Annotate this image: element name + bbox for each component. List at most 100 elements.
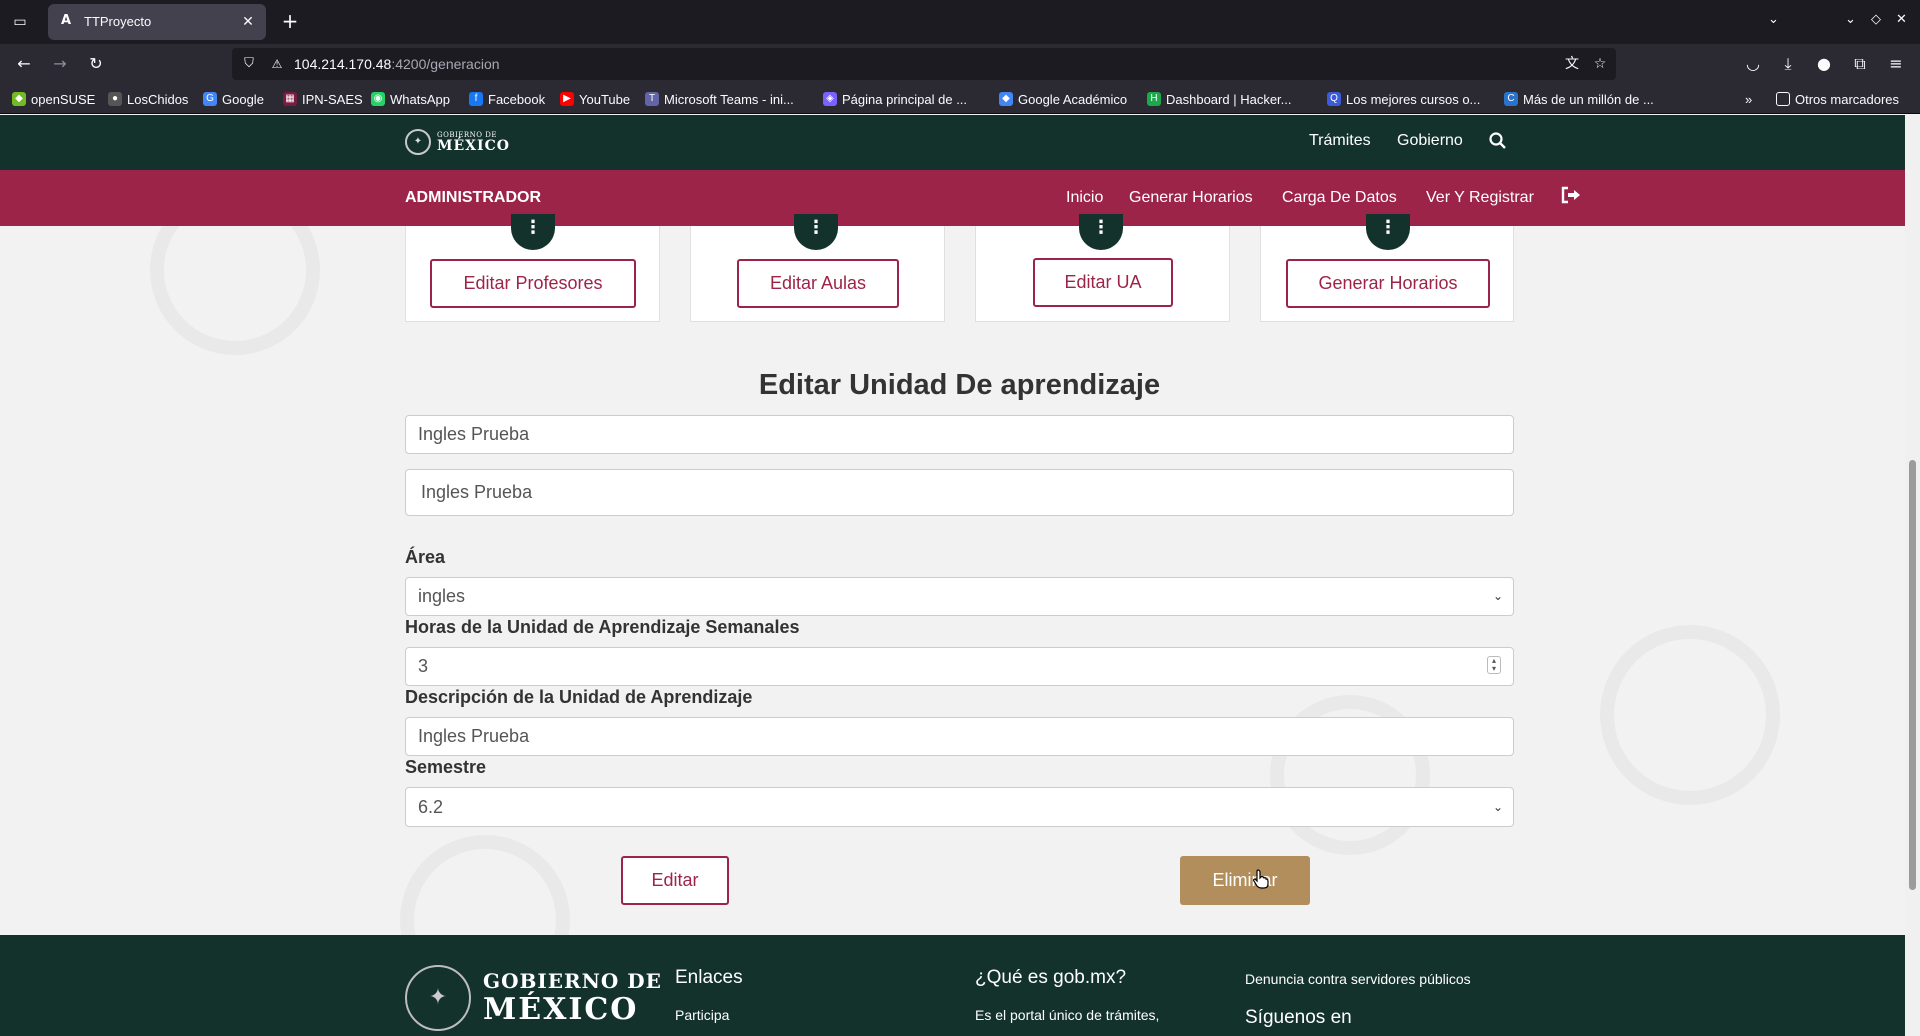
account-icon[interactable]: ●: [1812, 52, 1836, 76]
bookmark-item[interactable]: ◆ openSUSE: [12, 90, 95, 108]
bookmark-item[interactable]: ▦ IPN-SAES: [283, 90, 363, 108]
generar-horarios-button[interactable]: Generar Horarios: [1286, 259, 1490, 308]
ua-name-input[interactable]: Ingles Prueba: [405, 415, 1514, 454]
eagle-seal-icon: ✦: [405, 965, 471, 1031]
hackerrank-icon: H: [1147, 92, 1161, 106]
scholar-icon: ◆: [999, 92, 1013, 106]
url-path: :4200/generacion: [391, 56, 500, 72]
footer: ✦ GOBIERNO DE MÉXICO Enlaces Participa ¿…: [0, 935, 1905, 1036]
other-bookmarks-label: Otros marcadores: [1795, 91, 1900, 107]
bookmark-item[interactable]: f Facebook: [469, 90, 545, 108]
saes-icon: ▦: [283, 92, 297, 106]
bookmark-item[interactable]: ▶ YouTube: [560, 90, 630, 108]
tab-close-icon[interactable]: ✕: [238, 12, 258, 32]
translate-icon[interactable]: ⽂: [1562, 54, 1582, 74]
extensions-icon[interactable]: ⧉: [1848, 52, 1872, 76]
footer-participa-link[interactable]: Participa: [675, 1007, 729, 1023]
window-close-icon[interactable]: ✕: [1896, 12, 1907, 27]
bookmark-label: LosChidos: [127, 91, 189, 107]
bookmark-item[interactable]: ● LosChidos: [108, 90, 188, 108]
other-bookmarks-folder[interactable]: Otros marcadores: [1776, 90, 1899, 108]
connection-icon[interactable]: ⚠: [268, 55, 286, 73]
url-text[interactable]: 104.214.170.48:4200/generacion: [294, 56, 500, 72]
bookmarks-overflow-icon[interactable]: »: [1745, 90, 1752, 108]
gob-logo[interactable]: ✦ GOBIERNO DE MÉXICO: [405, 129, 510, 155]
tracking-shield-icon[interactable]: ⛉: [240, 55, 258, 73]
bookmark-item[interactable]: ◆ Google Académico: [999, 90, 1127, 108]
logout-icon[interactable]: [1561, 186, 1581, 209]
bookmark-item[interactable]: ◈ Página principal de ...: [823, 90, 967, 108]
bookmark-label: Google Académico: [1018, 91, 1128, 107]
bookmark-item[interactable]: Q Los mejores cursos o...: [1327, 90, 1480, 108]
url-bar[interactable]: ⛉ ⚠ 104.214.170.48:4200/generacion ⽂ ☆: [232, 48, 1616, 80]
bookmark-item[interactable]: ◉ WhatsApp: [371, 90, 450, 108]
editar-aulas-button[interactable]: Editar Aulas: [737, 259, 899, 308]
footer-logo-line1: GOBIERNO DE: [483, 969, 662, 993]
card-profesores: ⋮ Editar Profesores: [405, 214, 660, 322]
minimize-icon[interactable]: ⌄: [1845, 12, 1856, 27]
horas-label: Horas de la Unidad de Aprendizaje Semana…: [405, 617, 800, 637]
reload-icon[interactable]: ↻: [84, 52, 108, 76]
search-icon[interactable]: [1489, 132, 1507, 154]
nav-ver-y-registrar[interactable]: Ver Y Registrar: [1426, 189, 1534, 207]
back-icon[interactable]: ←: [12, 52, 36, 76]
url-host: 104.214.170.48: [294, 56, 392, 72]
editar-profesores-button[interactable]: Editar Profesores: [430, 259, 636, 308]
footer-denuncia-link[interactable]: Denuncia contra servidores públicos: [1245, 971, 1471, 987]
teams-icon: T: [645, 92, 659, 106]
courses-icon: Q: [1327, 92, 1341, 106]
tramites-link[interactable]: Trámites: [1309, 132, 1371, 150]
card-horarios: ⋮ Generar Horarios: [1260, 214, 1514, 322]
semestre-label: Semestre: [405, 757, 487, 777]
tab-overview-icon[interactable]: ▭: [8, 10, 32, 34]
nav-carga-de-datos[interactable]: Carga De Datos: [1282, 189, 1397, 207]
eliminar-button[interactable]: Eliminar: [1180, 856, 1310, 905]
editar-button[interactable]: Editar: [621, 856, 729, 905]
editar-ua-button[interactable]: Editar UA: [1033, 258, 1173, 307]
form-title: Editar Unidad De aprendizaje: [758, 369, 1161, 401]
ua-secondary-input[interactable]: Ingles Prueba: [405, 469, 1514, 516]
bookmark-item[interactable]: G Google: [203, 90, 264, 108]
area-select[interactable]: ingles ⌄: [405, 577, 1514, 616]
chevron-down-icon: ⌄: [1492, 589, 1503, 603]
footer-logo[interactable]: ✦ GOBIERNO DE MÉXICO: [405, 965, 662, 1031]
semestre-select[interactable]: 6.2 ⌄: [405, 787, 1514, 827]
page-scrollbar[interactable]: [1905, 115, 1920, 1036]
bookmark-label: IPN-SAES: [302, 91, 363, 107]
footer-siguenos-heading: Síguenos en: [1245, 1007, 1352, 1028]
bookmark-label: Dashboard | Hacker...: [1166, 91, 1292, 107]
forward-icon[interactable]: →: [48, 52, 72, 76]
bookmark-star-icon[interactable]: ☆: [1590, 54, 1610, 74]
maximize-icon[interactable]: ◇: [1871, 12, 1881, 27]
page-icon: ◈: [823, 92, 837, 106]
downloads-icon[interactable]: ⤓: [1776, 52, 1800, 76]
tab-favicon-icon: A: [60, 13, 72, 28]
nav-generar-horarios[interactable]: Generar Horarios: [1129, 189, 1253, 207]
number-spinner-icon[interactable]: ▴ ▾: [1487, 656, 1501, 674]
browser-tab-bar: ▭ A TTProyecto ✕ + ⌄ ⌄ ◇ ✕: [0, 0, 1920, 44]
google-icon: G: [203, 92, 217, 106]
bookmark-item[interactable]: C Más de un millón de ...: [1504, 90, 1654, 108]
folder-icon: [1776, 92, 1790, 106]
gobierno-link[interactable]: Gobierno: [1397, 132, 1463, 150]
horas-number-input[interactable]: 3 ▴ ▾: [405, 647, 1514, 686]
bookmark-label: openSUSE: [31, 91, 96, 107]
whatsapp-icon: ◉: [371, 92, 385, 106]
bookmark-item[interactable]: T Microsoft Teams - ini...: [645, 90, 794, 108]
footer-que-es-text: Es el portal único de trámites,: [975, 1007, 1160, 1023]
gob-header: ✦ GOBIERNO DE MÉXICO Trámites Gobierno: [0, 115, 1905, 170]
new-tab-icon[interactable]: +: [278, 10, 302, 34]
bookmark-item[interactable]: H Dashboard | Hacker...: [1147, 90, 1292, 108]
info-icon: ⋮: [1079, 214, 1123, 250]
menu-icon[interactable]: ≡: [1884, 52, 1908, 76]
info-icon: ⋮: [1366, 214, 1410, 250]
pocket-icon[interactable]: ◡: [1741, 52, 1765, 76]
browser-tab[interactable]: A TTProyecto ✕: [48, 4, 266, 40]
browser-nav-bar: ← → ↻ ⛉ ⚠ 104.214.170.48:4200/generacion…: [0, 44, 1920, 84]
scrollbar-thumb[interactable]: [1909, 460, 1916, 890]
nav-inicio[interactable]: Inicio: [1066, 189, 1103, 207]
descripcion-input[interactable]: Ingles Prueba: [405, 717, 1514, 756]
info-icon: ⋮: [794, 214, 838, 250]
tab-list-icon[interactable]: ⌄: [1768, 12, 1779, 27]
admin-brand[interactable]: ADMINISTRADOR: [405, 189, 541, 207]
